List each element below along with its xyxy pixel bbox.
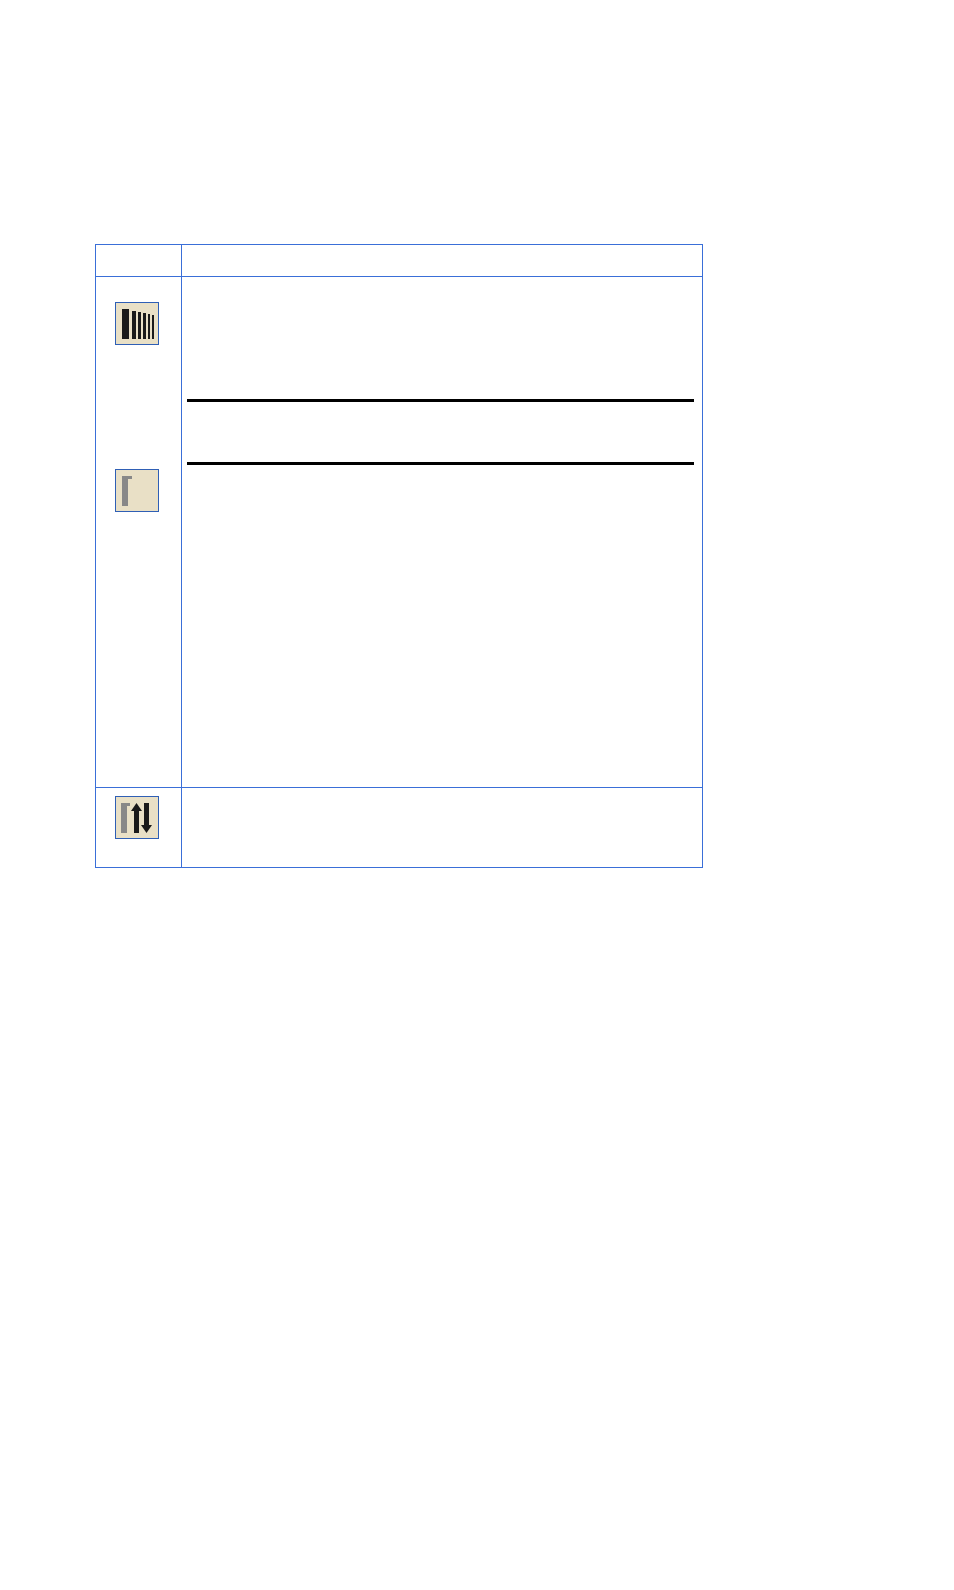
divider-line [187, 462, 694, 465]
single-bar-icon[interactable] [115, 469, 159, 512]
icon-cell [96, 277, 182, 788]
table-row [96, 788, 703, 868]
table-header-row [96, 245, 703, 277]
header-icon-cell [96, 245, 182, 277]
desc-cell [182, 788, 703, 868]
bar-arrows-icon[interactable] [115, 796, 159, 839]
divider-line [187, 399, 694, 402]
perspective-lines-icon[interactable] [115, 302, 159, 345]
icon-cell [96, 788, 182, 868]
desc-cell [182, 277, 703, 788]
icon-reference-table [95, 244, 703, 868]
header-desc-cell [182, 245, 703, 277]
table-row [96, 277, 703, 788]
